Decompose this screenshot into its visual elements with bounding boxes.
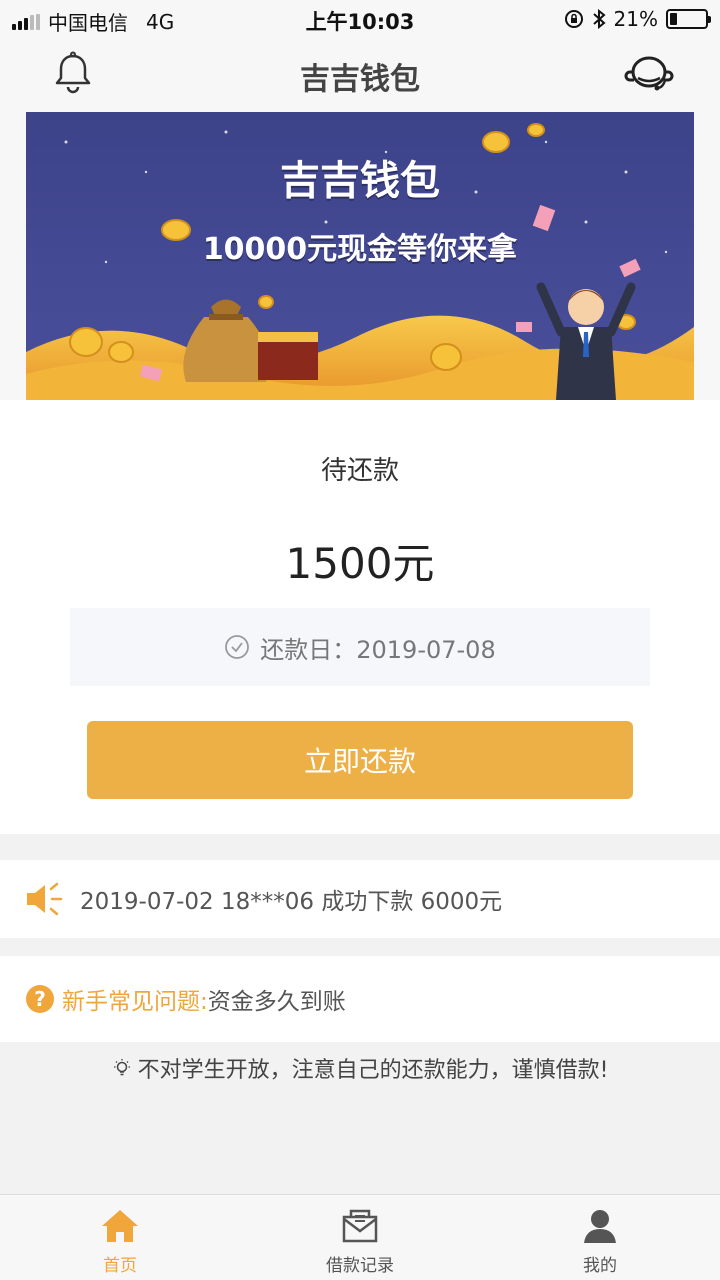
notice-text: 2019-07-02 18***06 成功下款 6000元 xyxy=(80,889,503,915)
question-icon: ? xyxy=(26,985,54,1013)
pay-now-button[interactable]: 立即还款 xyxy=(87,721,633,799)
bottom-tab-bar: 首页 借款记录 我的 xyxy=(0,1194,720,1280)
repayment-label: 待还款 xyxy=(320,456,399,486)
status-right: 21% xyxy=(564,7,711,31)
due-date-text: 还款日：2019-07-08 xyxy=(260,635,496,664)
user-icon xyxy=(584,1210,616,1243)
tip-text: 不对学生开放，注意自己的还款能力，谨慎借款! xyxy=(137,1058,609,1083)
promo-banner[interactable]: 吉吉钱包 10000元现金等你来拿 xyxy=(26,112,694,400)
tab-loan-records-label: 借款记录 xyxy=(326,1256,394,1276)
tab-loan-records[interactable]: 借款记录 xyxy=(240,1195,480,1280)
due-date-box: 还款日：2019-07-08 xyxy=(70,608,650,686)
tab-mine[interactable]: 我的 xyxy=(480,1195,720,1280)
banner-subtitle: 10000元现金等你来拿 xyxy=(202,232,518,267)
battery-icon xyxy=(666,9,711,29)
nav-bar: 吉吉钱包 xyxy=(0,40,720,110)
tab-home-label: 首页 xyxy=(103,1256,137,1276)
status-bar: 中国电信 4G 上午10:03 21% xyxy=(0,0,720,40)
faq-label: 新手常见问题: xyxy=(62,989,208,1015)
tab-home[interactable]: 首页 xyxy=(0,1195,240,1280)
banner-title: 吉吉钱包 xyxy=(280,158,440,204)
warning-tip: 不对学生开放，注意自己的还款能力，谨慎借款! xyxy=(0,1052,720,1084)
loan-notice-bar: 2019-07-02 18***06 成功下款 6000元 xyxy=(0,860,720,938)
customer-service-icon[interactable] xyxy=(624,50,674,96)
envelope-icon xyxy=(342,1209,378,1243)
lightbulb-icon xyxy=(113,1059,130,1076)
faq-question[interactable]: 资金多久到账 xyxy=(208,982,346,1016)
speaker-icon xyxy=(27,882,63,916)
bluetooth-icon xyxy=(592,9,606,29)
repayment-amount: 1500元 xyxy=(285,539,435,588)
check-circle-icon xyxy=(225,635,250,659)
tab-mine-label: 我的 xyxy=(583,1256,617,1276)
orientation-lock-icon xyxy=(564,10,583,28)
banner-area: 吉吉钱包 10000元现金等你来拿 xyxy=(0,110,720,400)
page-title: 吉吉钱包 xyxy=(300,62,420,97)
repayment-card: 待还款 1500元 还款日：2019-07-08 立即还款 xyxy=(0,400,720,834)
home-icon xyxy=(102,1210,138,1242)
faq-row[interactable]: ? 新手常见问题: 资金多久到账 xyxy=(0,956,720,1042)
battery-percent: 21% xyxy=(613,7,658,31)
